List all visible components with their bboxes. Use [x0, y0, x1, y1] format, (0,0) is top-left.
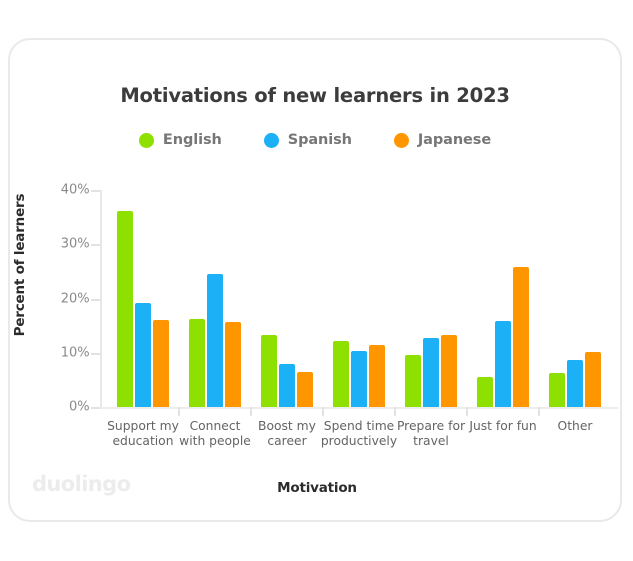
y-axis-tick-label: 10% — [60, 345, 90, 361]
bar-group: Just for fun — [469, 190, 537, 433]
bar-japanese-6[interactable] — [513, 267, 529, 407]
y-axis-tick — [91, 407, 100, 409]
bar-english-2[interactable] — [189, 319, 205, 407]
bar-spanish-2[interactable] — [207, 273, 223, 407]
bar-spanish-3[interactable] — [279, 363, 295, 407]
bar-japanese-2[interactable] — [225, 322, 241, 407]
plot-area: 0% 10% 20% 30% 40% Support my education Connect… — [61, 183, 618, 448]
bar-english-4[interactable] — [333, 341, 349, 407]
bar-japanese-1[interactable] — [153, 320, 169, 407]
bar-english-1[interactable] — [117, 210, 133, 407]
bar-spanish-4[interactable] — [351, 351, 367, 407]
x-axis-category-label: Other — [557, 419, 593, 433]
bar-japanese-3[interactable] — [297, 371, 313, 407]
x-axis-tick — [538, 407, 540, 416]
duolingo-watermark: duolingo — [32, 472, 131, 496]
x-axis-tick — [250, 407, 252, 416]
bar-group: Support my education — [107, 190, 179, 448]
x-axis-tick — [466, 407, 468, 416]
bar-spanish-7[interactable] — [567, 360, 583, 407]
bar-cluster — [333, 190, 385, 407]
bar-group: Other — [549, 190, 601, 433]
bar-cluster — [477, 190, 529, 407]
y-axis-tick — [91, 298, 100, 301]
bar-spanish-5[interactable] — [423, 337, 439, 407]
bar-japanese-7[interactable] — [585, 351, 601, 407]
bar-group: Spend time productively — [321, 190, 397, 448]
bar-english-3[interactable] — [261, 335, 277, 407]
bar-cluster — [117, 190, 169, 407]
y-axis-tick — [91, 244, 100, 247]
bar-group: Connect with people — [179, 190, 251, 448]
y-axis-tick-label: 0% — [69, 399, 90, 415]
y-axis-title: Percent of learners — [12, 193, 28, 337]
bar-spanish-6[interactable] — [495, 320, 511, 407]
bar-cluster — [261, 190, 313, 407]
y-axis-line — [100, 190, 102, 407]
x-axis-tick — [322, 407, 324, 416]
bar-cluster — [549, 190, 601, 407]
y-axis-tick — [91, 352, 100, 355]
plot-wrapper: Percent of learners 0% 10% 20% 30% 40% Suppor… — [10, 40, 624, 524]
bar-japanese-5[interactable] — [441, 335, 457, 407]
bar-cluster — [405, 190, 457, 407]
y-axis-tick-label: 20% — [60, 291, 90, 306]
bar-group: Prepare for travel — [397, 190, 465, 448]
bar-english-6[interactable] — [477, 376, 493, 407]
y-axis-tick-label: 30% — [60, 236, 90, 252]
bar-group: Boost my career — [258, 190, 316, 448]
x-axis-tick — [178, 407, 180, 416]
bar-cluster — [189, 190, 241, 407]
bar-english-7[interactable] — [549, 372, 565, 407]
bar-spanish-1[interactable] — [135, 303, 151, 407]
bar-english-5[interactable] — [405, 355, 421, 407]
bar-japanese-4[interactable] — [369, 345, 385, 407]
x-axis-tick — [394, 407, 396, 416]
y-axis-tick-label: 40% — [60, 182, 90, 198]
y-axis-tick — [91, 190, 100, 192]
chart-card: Motivations of new learners in 2023 Engl… — [8, 38, 622, 522]
